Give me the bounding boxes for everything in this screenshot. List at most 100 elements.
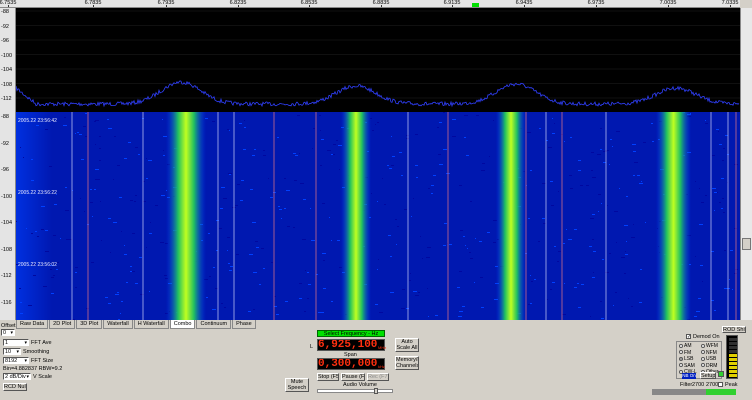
tab-raw-data[interactable]: Raw Data — [16, 320, 49, 329]
vscale-select[interactable]: 2 dB/Div — [3, 373, 31, 380]
scrollbar-thumb[interactable] — [742, 238, 751, 250]
fft-avg-select[interactable]: 1 — [3, 339, 29, 346]
waterfall-y-label: -112 — [1, 273, 12, 279]
audio-volume-slider[interactable] — [317, 388, 393, 394]
ruler-tick-mark — [8, 5, 9, 7]
demod-mode-lsb[interactable]: LSB — [679, 356, 693, 362]
bin-info: Bin=4.882837 RBW=9.2 — [3, 366, 63, 372]
fft-size-select[interactable]: 8192 — [3, 357, 29, 364]
filter-passband — [706, 389, 736, 395]
waterfall-signal-band — [166, 112, 206, 320]
ruler-tick-mark — [93, 5, 94, 7]
meter-segment — [729, 362, 737, 365]
radio-icon — [701, 356, 705, 361]
tab-phase[interactable]: Phase — [232, 320, 256, 329]
radio-icon — [679, 363, 683, 368]
meter-segment — [729, 358, 737, 361]
tab-h-waterfall[interactable]: H Waterfall — [133, 320, 169, 329]
demod-mode-label: FM — [684, 349, 692, 356]
meter-segment — [729, 338, 737, 341]
setup-button[interactable]: Setup — [700, 372, 716, 379]
audio-volume-label: Audio Volume — [343, 382, 377, 388]
memory-channels-button[interactable]: Memory/M Channels — [395, 356, 419, 370]
tab-waterfall[interactable]: Waterfall — [103, 320, 133, 329]
tuning-marker[interactable] — [472, 3, 479, 7]
waterfall-y-label: -96 — [1, 167, 9, 173]
meter-segment — [729, 346, 737, 349]
span-display[interactable]: 0,300,000 — [317, 358, 385, 370]
spectrum-y-label: -96 — [1, 38, 9, 44]
stop-button[interactable]: Stop (F5) — [317, 373, 339, 381]
peak-label: Peak — [725, 382, 738, 388]
demod-mode-label: USB — [706, 356, 717, 362]
record-button[interactable]: Rec (F7) — [367, 373, 389, 381]
waterfall-y-label: -104 — [1, 220, 13, 226]
ruler-tick-mark — [524, 5, 525, 7]
radio-icon — [679, 356, 683, 361]
l-label: L — [310, 344, 314, 350]
waterfall-signal-band — [496, 112, 526, 320]
offset-field[interactable]: 0 — [1, 329, 15, 336]
demod-on-checkbox[interactable]: ✓ — [686, 334, 691, 340]
amplitude-scale: -88 -92 -96 -100 -104 -108 -112 -88 -92 -96 -100 -… — [0, 8, 16, 320]
meter-segment — [729, 374, 737, 377]
rcd-null-button[interactable]: RCD Null — [3, 383, 27, 391]
waterfall-image — [16, 112, 740, 320]
demod-mode-wfm[interactable]: WFM — [701, 343, 718, 349]
span-unit: kHz — [378, 364, 385, 369]
select-frequency-label: Select Frequency - Hz — [317, 330, 385, 337]
demod-mode-nfm[interactable]: NFM — [701, 350, 717, 356]
demod-mode-sam[interactable]: SAM — [679, 363, 695, 369]
waterfall-timestamp: 2005.22 23:56:02 — [18, 262, 57, 268]
spectrum-y-label: -100 — [1, 52, 13, 59]
peak-checkbox[interactable] — [718, 382, 723, 387]
tab-continuum[interactable]: Continuum — [196, 320, 232, 329]
vscale-label: V Scale — [33, 374, 52, 380]
meter-segment — [729, 354, 737, 357]
frequency-ruler: 6.7535 6.7835 6.7935 6.8235 6.8535 6.8835 6.91… — [0, 0, 740, 8]
meter-segment — [729, 366, 737, 369]
meter-bars — [729, 338, 737, 377]
waterfall-y-label: -108 — [1, 246, 13, 253]
meter-segment — [729, 350, 737, 353]
demod-mode-usb[interactable]: USB — [701, 356, 716, 362]
tab-3d-plot[interactable]: 3D Plot — [76, 320, 103, 329]
mute-speech-button[interactable]: Mute Speech — [285, 378, 309, 392]
ruler-tick-mark — [381, 5, 382, 7]
filter-low: 2700 — [692, 382, 705, 388]
ruler-tick-mark — [730, 5, 731, 7]
ruler-tick-mark — [668, 5, 669, 7]
demod-mode-label: WFM — [706, 343, 718, 349]
rod-shift-button[interactable]: ROD Shift — [722, 326, 746, 333]
demod-status-indicator — [718, 371, 724, 377]
ruler-tick-mark — [452, 5, 453, 7]
pause-button[interactable]: Pause (F6) — [341, 373, 365, 381]
smoothing-select[interactable]: 10 — [3, 348, 21, 355]
demod-mode-fm[interactable]: FM — [679, 350, 691, 356]
demod-mode-label: DRM — [706, 362, 718, 369]
volume-thumb[interactable] — [374, 388, 378, 394]
auto-scale-button[interactable]: Auto Scale All — [395, 338, 419, 352]
demod-mode-drm[interactable]: DRM — [701, 363, 717, 369]
demod-mode-label: AM — [684, 343, 692, 349]
frequency-display[interactable]: 6,925,100 — [317, 339, 385, 351]
frequency-unit: MHz — [378, 345, 387, 350]
nb-badge[interactable]: NB On — [682, 373, 696, 379]
ruler-tick-mark — [596, 5, 597, 7]
vertical-scrollbar[interactable] — [740, 8, 752, 320]
waterfall-signal-band — [341, 112, 371, 320]
demod-mode-am[interactable]: AM — [679, 343, 692, 349]
waterfall-display[interactable]: 2005.22 23:56:42 2005.22 23:56:22 2005.22 … — [16, 112, 740, 320]
frequency-value: 6,925,100 — [318, 339, 378, 351]
spectrum-plot[interactable] — [16, 8, 740, 112]
tab-combo[interactable]: Combo — [169, 320, 196, 329]
spectrum-y-label: -92 — [1, 23, 9, 30]
tab-2d-plot[interactable]: 2D Plot — [49, 320, 76, 329]
waterfall-signal-band — [656, 112, 691, 320]
demod-mode-label: SAM — [684, 362, 695, 369]
waterfall-y-label: -92 — [1, 140, 9, 147]
view-tabs: Raw Data 2D Plot 3D Plot Waterfall H Waterfa… — [16, 320, 257, 329]
ruler-tick-mark — [309, 5, 310, 7]
ruler-tick-mark — [166, 5, 167, 7]
span-value: 0,300,000 — [318, 358, 378, 370]
